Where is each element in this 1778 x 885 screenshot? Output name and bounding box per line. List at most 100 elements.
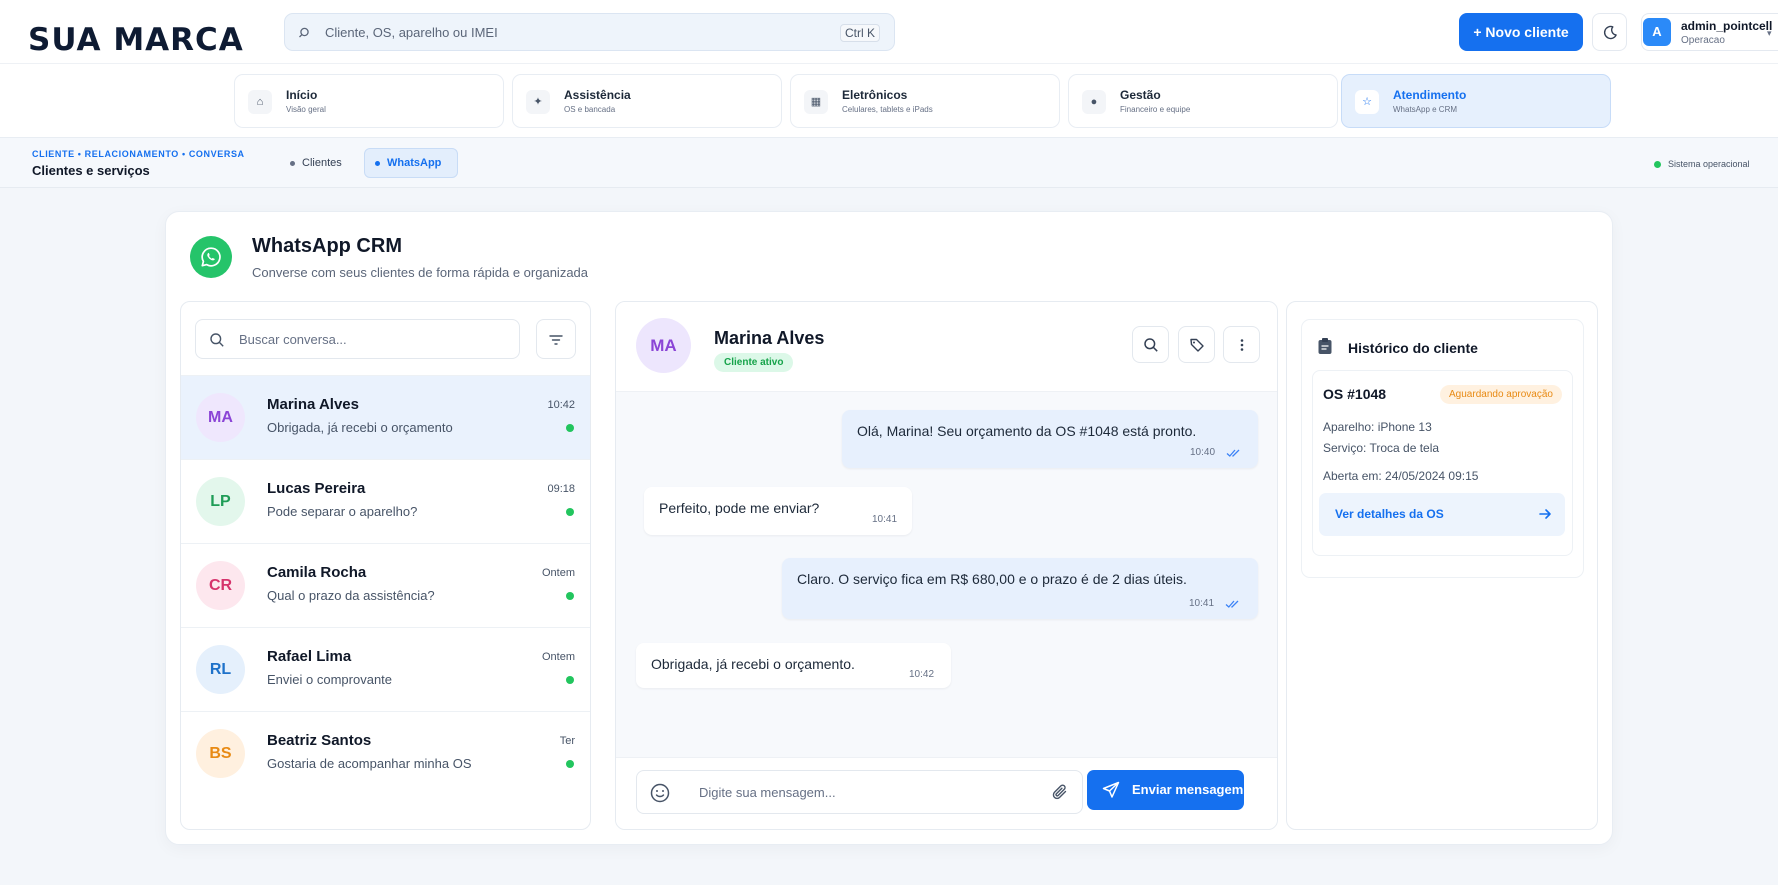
device-icon: ▦ (804, 90, 828, 114)
contact-name: Camila Rocha (267, 564, 367, 581)
history-title: Histórico do cliente (1348, 340, 1478, 356)
global-search-input[interactable]: Cliente, OS, aparelho ou IMEI Ctrl K (284, 13, 895, 51)
conversation-search-placeholder: Buscar conversa... (239, 332, 347, 347)
contact-name: Beatriz Santos (267, 732, 372, 749)
tab-dot (375, 161, 380, 166)
online-dot (566, 760, 574, 768)
conversation-item-beatriz[interactable]: BS Beatriz Santos Gostaria de acompanhar… (181, 711, 590, 795)
nav-item-subtitle: Financeiro e equipe (1120, 105, 1191, 114)
user-avatar: A (1643, 18, 1671, 46)
nav-item-subtitle: Celulares, tablets e iPads (842, 105, 933, 114)
nav-item-assistencia[interactable]: ✦ Assistência OS e bancada (512, 74, 782, 128)
filter-button[interactable] (536, 319, 576, 359)
message-time: 10:41 (872, 514, 898, 525)
search-icon (1144, 338, 1158, 352)
double-check-icon (1225, 600, 1239, 608)
message-input[interactable]: Digite sua mensagem... (636, 770, 1083, 814)
tag-icon (1190, 338, 1204, 352)
contact-name: Marina Alves (267, 396, 359, 413)
double-check-icon (1226, 449, 1240, 457)
user-name: admin_pointcell (1681, 19, 1773, 33)
global-search-placeholder: Cliente, OS, aparelho ou IMEI (325, 25, 498, 40)
last-message: Obrigada, já recebi o orçamento (267, 420, 453, 435)
system-status: Sistema operacional (1654, 159, 1750, 169)
nav-item-title: Gestão (1120, 88, 1161, 102)
whatsapp-crm-card: WhatsApp CRM Converse com seus clientes … (165, 211, 1613, 845)
online-dot (566, 592, 574, 600)
nav-item-subtitle: WhatsApp e CRM (1393, 105, 1458, 114)
send-button-label: Enviar mensagem (1132, 782, 1244, 797)
last-message: Gostaria de acompanhar minha OS (267, 756, 472, 771)
nav-item-title: Início (286, 88, 318, 102)
service-line: Serviço: Troca de tela (1323, 441, 1440, 455)
view-os-details-link[interactable]: Ver detalhes da OS (1319, 493, 1565, 536)
message-outgoing: Olá, Marina! Seu orçamento da OS #1048 e… (842, 410, 1258, 468)
paperclip-icon[interactable] (1050, 782, 1070, 802)
clipboard-icon (1318, 338, 1332, 354)
nav-item-gestao[interactable]: ● Gestão Financeiro e equipe (1068, 74, 1338, 128)
tag-button[interactable] (1178, 326, 1215, 363)
send-icon (1102, 781, 1120, 798)
last-message: Pode separar o aparelho? (267, 504, 418, 519)
client-history-panel: Histórico do cliente OS #1048 Aguardando… (1286, 301, 1598, 830)
conversation-item-rafael[interactable]: RL Rafael Lima Enviei o comprovante Onte… (181, 627, 590, 711)
conversation-item-lucas[interactable]: LP Lucas Pereira Pode separar o aparelho… (181, 459, 590, 543)
tools-icon: ✦ (526, 90, 550, 114)
conversation-list-panel: Buscar conversa... MA Marina Alves Obrig… (180, 301, 591, 830)
conversation-item-camila[interactable]: CR Camila Rocha Qual o prazo da assistên… (181, 543, 590, 627)
user-menu[interactable]: A admin_pointcell Operacao ▾ (1641, 13, 1778, 51)
contact-avatar: LP (196, 477, 245, 526)
theme-toggle-button[interactable] (1592, 13, 1627, 51)
message-incoming: Obrigada, já recebi o orçamento. 10:42 (636, 643, 951, 688)
online-dot (566, 676, 574, 684)
message-time: Ontem (541, 651, 575, 663)
message-text: Claro. O serviço fica em R$ 680,00 e o p… (797, 571, 1187, 587)
contact-avatar: MA (196, 393, 245, 442)
system-status-text: Sistema operacional (1668, 159, 1750, 169)
chevron-down-icon: ▾ (1767, 28, 1772, 38)
chat-search-button[interactable] (1132, 326, 1169, 363)
online-dot (566, 424, 574, 432)
nav-item-eletronicos[interactable]: ▦ Eletrônicos Celulares, tablets e iPads (790, 74, 1060, 128)
opened-date-line: Aberta em: 24/05/2024 09:15 (1323, 469, 1479, 483)
whatsapp-icon (190, 236, 232, 278)
last-message: Enviei o comprovante (267, 672, 393, 687)
message-time: 10:41 (1189, 598, 1215, 609)
more-options-button[interactable] (1223, 326, 1260, 363)
main-nav: ⌂ Início Visão geral ✦ Assistência OS e … (0, 64, 1778, 138)
message-text: Obrigada, já recebi o orçamento. (651, 656, 855, 672)
device-line: Aparelho: iPhone 13 (1323, 420, 1432, 434)
contact-avatar: RL (196, 645, 245, 694)
contact-avatar: CR (196, 561, 245, 610)
status-badge: Aguardando aprovação (1440, 385, 1562, 404)
send-message-button[interactable]: Enviar mensagem (1087, 770, 1244, 810)
message-time: 09:18 (547, 483, 575, 495)
conversation-item-marina[interactable]: MA Marina Alves Obrigada, já recebi o or… (181, 375, 590, 459)
message-time: 10:40 (1190, 447, 1216, 458)
nav-item-title: Eletrônicos (842, 88, 908, 102)
crm-subtitle: Converse com seus clientes de forma rápi… (252, 265, 589, 280)
search-icon (210, 333, 224, 347)
conversation-search-input[interactable]: Buscar conversa... (195, 319, 520, 359)
nav-item-subtitle: Visão geral (286, 105, 326, 114)
service-order-id: OS #1048 (1323, 386, 1387, 402)
tab-clientes[interactable]: Clientes (280, 148, 350, 178)
home-icon: ⌂ (248, 90, 272, 114)
message-input-placeholder: Digite sua mensagem... (699, 785, 836, 800)
contact-avatar: BS (196, 729, 245, 778)
new-client-button[interactable]: + Novo cliente (1459, 13, 1583, 51)
last-message: Qual o prazo da assistência? (267, 588, 435, 603)
emoji-icon[interactable] (649, 782, 671, 804)
message-outgoing: Claro. O serviço fica em R$ 680,00 e o p… (782, 558, 1258, 619)
nav-item-subtitle: OS e bancada (564, 105, 616, 114)
more-vertical-icon (1240, 339, 1244, 351)
history-card: Histórico do cliente OS #1048 Aguardando… (1301, 319, 1584, 578)
status-badge: Cliente ativo (714, 353, 794, 372)
contact-name: Rafael Lima (267, 648, 352, 665)
message-text: Olá, Marina! Seu orçamento da OS #1048 e… (857, 423, 1197, 439)
section-bar: CLIENTE • RELACIONAMENTO • CONVERSA Clie… (0, 138, 1778, 188)
tab-whatsapp[interactable]: WhatsApp (364, 148, 458, 178)
nav-item-atendimento[interactable]: ☆ Atendimento WhatsApp e CRM (1341, 74, 1611, 128)
nav-item-inicio[interactable]: ⌂ Início Visão geral (234, 74, 504, 128)
brand-logo[interactable]: SUA MARCA (28, 20, 244, 60)
